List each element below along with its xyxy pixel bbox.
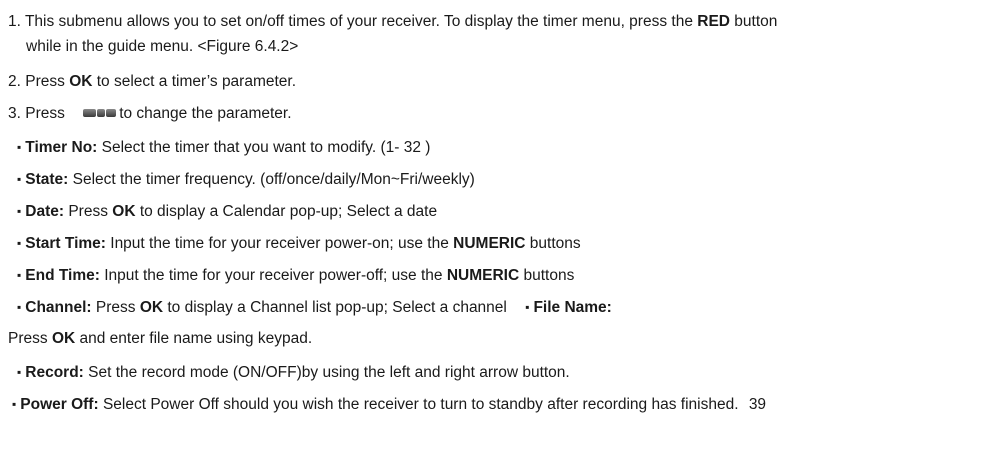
bullet-marker: ▪ bbox=[17, 140, 22, 154]
bullet-end-time: ▪ End Time: Input the time for your recei… bbox=[17, 267, 575, 284]
bullet-marker: ▪ bbox=[12, 397, 17, 411]
bullet-record: ▪ Record: Set the record mode (ON/OFF)by … bbox=[17, 364, 570, 381]
bullet-label: Start Time: bbox=[25, 235, 106, 252]
bullet-date: ▪ Date: Press OK to display a Calendar po… bbox=[17, 203, 438, 220]
bullet-power-off: ▪ Power Off: Select Power Off should you … bbox=[12, 396, 767, 413]
bullet-marker: ▪ bbox=[17, 172, 22, 186]
list-item-1: 1. This submenu allows you to set on/off… bbox=[8, 12, 777, 32]
bullet-channel: ▪ Channel: Press OK to display a Channel … bbox=[17, 299, 612, 316]
bullet-timer-no: ▪ Timer No: Select the timer that you wan… bbox=[17, 139, 431, 156]
bullet-marker: ▪ bbox=[17, 365, 22, 379]
remote-arrow-buttons-icon bbox=[83, 107, 119, 119]
bullet-label-file-name: File Name: bbox=[533, 299, 612, 316]
page-number: 39 bbox=[748, 396, 767, 413]
bullet-marker: ▪ bbox=[525, 300, 530, 314]
list-number: 1. bbox=[8, 13, 21, 30]
bullet-marker: ▪ bbox=[17, 300, 22, 314]
list-item-2: 2. Press OK to select a timer’s paramete… bbox=[8, 73, 297, 90]
bullet-label: State: bbox=[25, 171, 69, 188]
list-item-3: 3. Press to change the parameter. bbox=[8, 105, 292, 122]
bullet-label: Timer No: bbox=[25, 139, 98, 156]
bullet-label: Record: bbox=[25, 364, 84, 381]
item-text-end: button bbox=[729, 13, 778, 30]
bullet-label: End Time: bbox=[25, 267, 100, 284]
list-item-1-continuation: while in the guide menu. <Figure 6.4.2> bbox=[26, 38, 299, 55]
bullet-marker: ▪ bbox=[17, 204, 22, 218]
bullet-marker: ▪ bbox=[17, 268, 22, 282]
ok-term: OK bbox=[69, 73, 93, 90]
red-button-term: RED bbox=[697, 13, 730, 30]
bullet-marker: ▪ bbox=[17, 236, 22, 250]
list-number: 2. bbox=[8, 73, 21, 90]
bullet-label: Power Off: bbox=[20, 396, 99, 413]
bullet-state: ▪ State: Select the timer frequency. (off… bbox=[17, 171, 475, 188]
file-name-continuation: Press OK and enter file name using keypa… bbox=[8, 330, 313, 347]
bullet-label: Date: bbox=[25, 203, 65, 220]
bullet-label: Channel: bbox=[25, 299, 92, 316]
bullet-start-time: ▪ Start Time: Input the time for your rec… bbox=[17, 235, 581, 252]
item-text: This submenu allows you to set on/off ti… bbox=[24, 13, 698, 30]
list-number: 3. bbox=[8, 105, 21, 122]
